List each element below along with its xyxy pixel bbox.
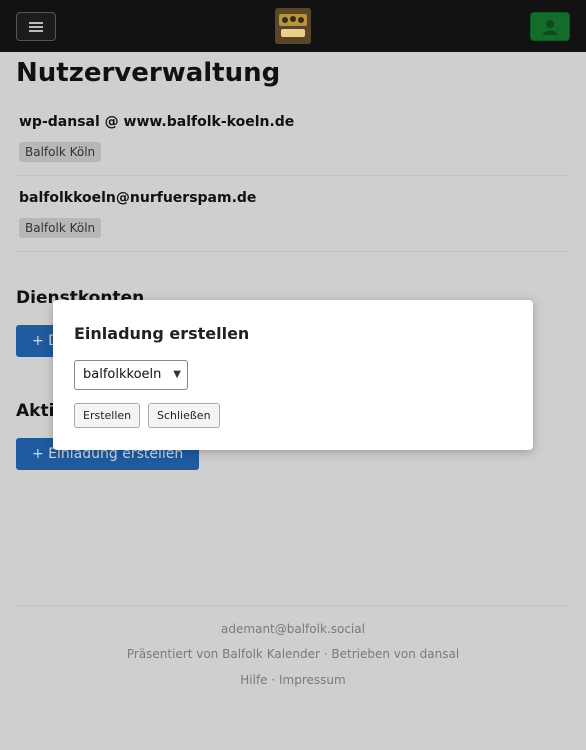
user-menu-button[interactable] [530, 12, 570, 41]
group-badge[interactable]: Balfolk Köln [19, 218, 102, 238]
divider [16, 175, 570, 176]
user-icon [543, 19, 557, 35]
create-button[interactable]: Erstellen [74, 403, 141, 428]
page-title: Nutzerverwaltung [16, 58, 281, 88]
chevron-down-icon: ▼ [173, 369, 181, 380]
invitation-dialog: Einladung erstellen balfolkkoeln ▼ Erste… [53, 300, 533, 450]
footer-links[interactable]: Hilfe · Impressum [0, 673, 586, 687]
navbar [0, 0, 586, 52]
list-item: balfolkkoeln@nurfuerspam.de Balfolk Köln [16, 190, 570, 238]
hamburger-icon [29, 21, 43, 32]
group-badge[interactable]: Balfolk Köln [19, 142, 102, 162]
footer-email[interactable]: ademant@balfolk.social [0, 622, 586, 636]
logo[interactable] [275, 8, 311, 44]
user-email: balfolkkoeln@nurfuerspam.de [19, 190, 257, 206]
list-item: wp-dansal @ www.balfolk-koeln.de Balfolk… [16, 114, 570, 162]
footer-credits: Präsentiert von Balfolk Kalender · Betri… [126, 647, 460, 661]
menu-button[interactable] [16, 12, 56, 41]
dialog-title: Einladung erstellen [74, 324, 250, 343]
user-email: wp-dansal @ www.balfolk-koeln.de [19, 114, 295, 130]
divider [16, 251, 570, 252]
footer-divider [16, 605, 570, 606]
account-select[interactable]: balfolkkoeln ▼ [74, 360, 188, 390]
close-button[interactable]: Schließen [148, 403, 220, 428]
account-select-value: balfolkkoeln [83, 367, 162, 382]
logo-icon [275, 8, 311, 44]
